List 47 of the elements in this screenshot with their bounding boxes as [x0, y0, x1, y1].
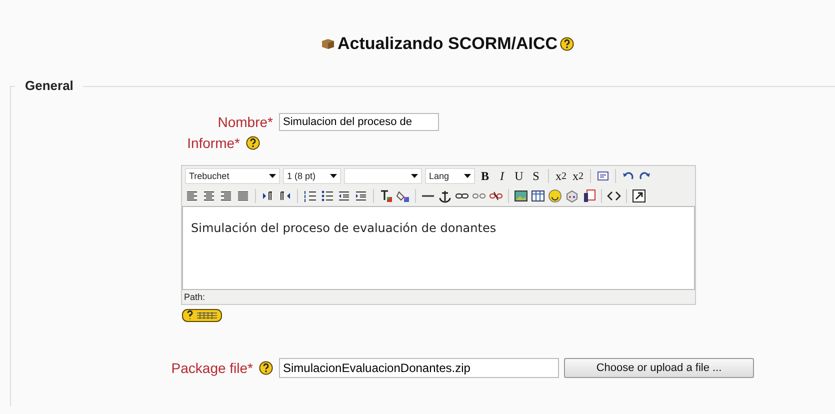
paint-bucket-icon[interactable] [396, 189, 410, 203]
field-label: Informe* [187, 135, 240, 151]
fullscreen-icon[interactable] [632, 189, 646, 203]
section-legend: General [15, 78, 84, 93]
insert-field-icon[interactable] [596, 169, 610, 183]
numbered-list-icon[interactable] [303, 189, 317, 203]
dropdown-caret-icon [411, 174, 418, 178]
align-center-icon[interactable] [202, 189, 216, 203]
toolbar-dropdown[interactable]: 1 (8 pt) [283, 168, 341, 184]
keyboard-help-icon[interactable] [182, 309, 222, 322]
dropdown-caret-icon [330, 174, 337, 178]
package-icon [321, 38, 336, 50]
table-icon[interactable] [531, 189, 545, 203]
field-label: Package file* [171, 360, 253, 376]
field-label: Nombre* [218, 114, 273, 130]
toolbar-dropdown[interactable]: Lang [425, 168, 475, 184]
format-button[interactable]: U [512, 168, 526, 184]
align-left-icon[interactable] [185, 189, 199, 203]
dropdown-caret-icon [464, 174, 471, 178]
page-title: Actualizando SCORM/AICC [337, 34, 558, 54]
help-icon[interactable] [560, 37, 574, 51]
align-right-icon[interactable] [219, 189, 233, 203]
help-icon[interactable] [246, 136, 260, 150]
dice-icon[interactable] [565, 189, 579, 203]
text-color-icon[interactable] [379, 189, 393, 203]
broken-link-icon[interactable] [489, 189, 503, 203]
toolbar-dropdown[interactable]: Trebuchet [185, 168, 280, 184]
format-button[interactable]: I [495, 168, 509, 184]
image-icon[interactable] [514, 189, 528, 203]
package-file-field[interactable]: SimulacionEvaluacionDonantes.zip [279, 358, 559, 378]
editor-text-area[interactable]: Simulación del proceso de evaluación de donantes [182, 206, 695, 290]
dropdown-caret-icon [269, 174, 276, 178]
smiley-icon[interactable] [548, 189, 562, 203]
justify-icon[interactable] [236, 189, 250, 203]
ltr-icon[interactable] [261, 189, 275, 203]
outdent-icon[interactable] [337, 189, 351, 203]
path-label: Path: [183, 291, 206, 304]
rtl-icon[interactable] [278, 189, 292, 203]
bullet-list-icon[interactable] [320, 189, 334, 203]
anchor-icon[interactable] [438, 189, 452, 203]
format-button[interactable]: S [529, 168, 543, 184]
help-icon[interactable] [259, 361, 273, 375]
html-source-icon[interactable] [607, 189, 621, 203]
choose-file-button[interactable]: Choose or upload a file ... [564, 358, 754, 378]
indent-icon[interactable] [354, 189, 368, 203]
format-button[interactable]: B [478, 168, 492, 184]
name-input-field[interactable]: Simulacion del proceso de [279, 113, 439, 131]
